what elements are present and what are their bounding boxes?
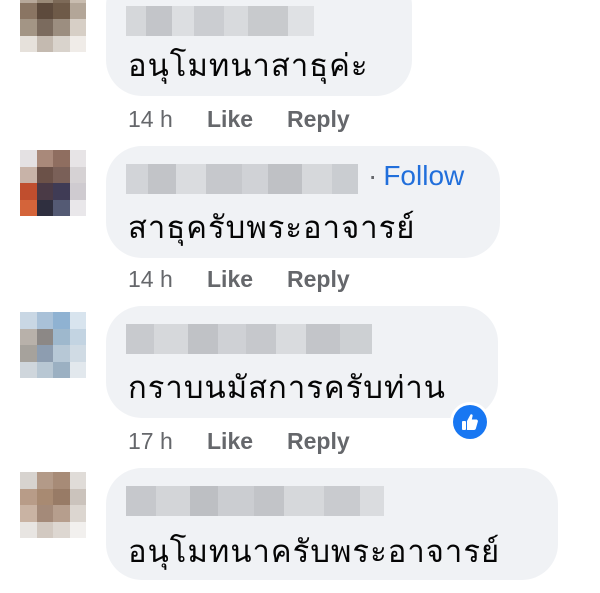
avatar[interactable]	[20, 312, 86, 378]
comment-text: สาธุครับพระอาจารย์	[128, 210, 416, 246]
comment-bubble: กราบนมัสการครับท่าน	[106, 306, 498, 418]
avatar[interactable]	[20, 0, 86, 52]
comment-text: อนุโมทนาสาธุค่ะ	[128, 48, 369, 84]
separator-dot: ·	[368, 160, 378, 191]
comment-actions: 14 h Like Reply	[128, 266, 384, 293]
comment-bubble: อนุโมทนาครับพระอาจารย์	[106, 468, 558, 580]
reply-button[interactable]: Reply	[287, 428, 350, 455]
comment-bubble: · Follow สาธุครับพระอาจารย์	[106, 146, 500, 258]
blurred-author-name[interactable]	[126, 486, 384, 516]
timestamp[interactable]: 17 h	[128, 428, 207, 455]
comment-actions: 14 h Like Reply	[128, 106, 384, 133]
avatar[interactable]	[20, 472, 86, 538]
comment-text: อนุโมทนาครับพระอาจารย์	[128, 534, 501, 570]
timestamp[interactable]: 14 h	[128, 266, 207, 293]
blurred-author-name[interactable]	[126, 164, 358, 194]
reply-button[interactable]: Reply	[287, 106, 350, 133]
reply-button[interactable]: Reply	[287, 266, 350, 293]
like-button[interactable]: Like	[207, 266, 253, 293]
comment-text: กราบนมัสการครับท่าน	[128, 370, 446, 406]
follow-link[interactable]: · Follow	[368, 160, 464, 192]
comment-actions: 17 h Like Reply	[128, 428, 384, 455]
avatar[interactable]	[20, 150, 86, 216]
blurred-author-name[interactable]	[126, 324, 372, 354]
like-button[interactable]: Like	[207, 428, 253, 455]
follow-label[interactable]: Follow	[383, 160, 464, 191]
like-icon	[453, 405, 487, 439]
reaction-badge[interactable]	[450, 402, 490, 442]
timestamp[interactable]: 14 h	[128, 106, 207, 133]
like-button[interactable]: Like	[207, 106, 253, 133]
blurred-author-name[interactable]	[126, 6, 314, 36]
comment-bubble: อนุโมทนาสาธุค่ะ	[106, 0, 412, 96]
